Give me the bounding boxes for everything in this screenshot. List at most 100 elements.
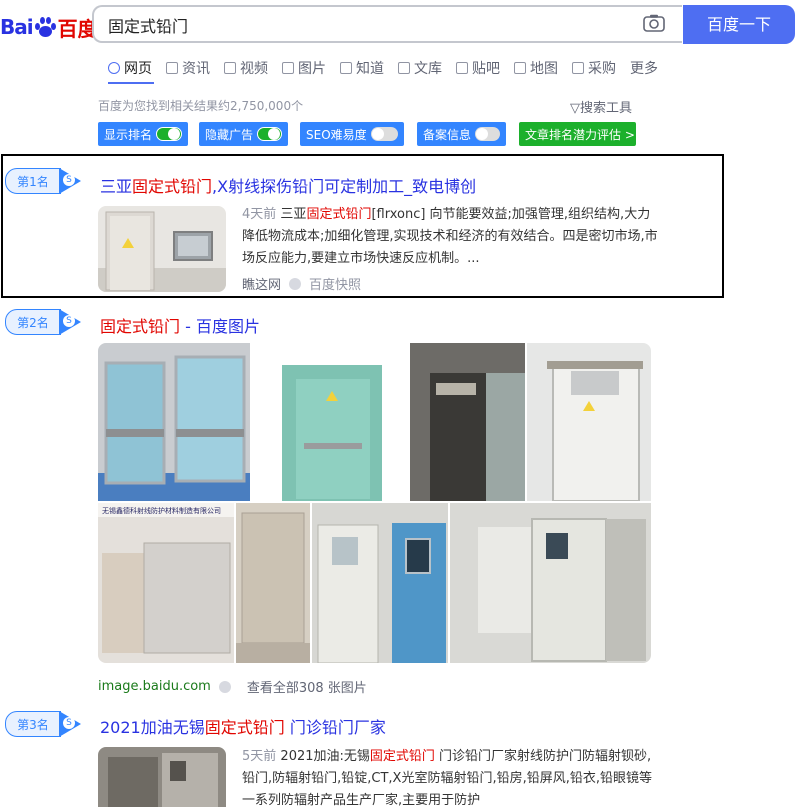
result-meta-1: 瞧这网 百度快照 [242, 274, 361, 293]
snapshot-link[interactable]: 百度快照 [309, 274, 361, 293]
tab-0[interactable]: 网页 [108, 58, 152, 78]
image-tile[interactable] [410, 343, 525, 501]
image-tile[interactable] [450, 503, 651, 663]
image-tile[interactable] [312, 503, 448, 663]
show-rank-toggle[interactable]: 显示排名 [98, 122, 188, 146]
dropdown-icon[interactable] [289, 277, 302, 290]
rank-label: 第2名 [5, 309, 61, 335]
result-date: 5天前 [242, 749, 277, 764]
result-source[interactable]: 瞧这网 [242, 274, 281, 293]
logo-bai-text: Bai [0, 15, 34, 39]
title-text: 2021加油无锡 [100, 718, 205, 737]
search-tools-label: 搜索工具 [580, 101, 633, 116]
show-rank-label: 显示排名 [104, 127, 153, 142]
tab-label: 贴吧 [472, 61, 500, 77]
view-all-images-link[interactable]: 查看全部308 张图片 [247, 677, 367, 696]
image-grid: 无锡鑫德科射线防护材料制造有限公司 [98, 343, 651, 663]
rank-badge-1: 第1名 S [5, 168, 81, 194]
rank-label: 第3名 [5, 711, 61, 737]
tab-label: 更多 [630, 61, 658, 77]
paw-icon [34, 16, 56, 38]
seo-toolbar: 显示排名 隐藏广告 SEO难易度 备案信息 文章排名潜力评估 > [98, 122, 638, 146]
tab-8[interactable]: 采购 [572, 58, 616, 78]
result-snippet-3: 5天前 2021加油:无锡固定式铅门 门诊铅门厂家射线防护门防辐射钡砂,铅门,防… [242, 746, 662, 812]
filter-icon: ▽ [570, 101, 580, 116]
rank-label: 第1名 [5, 168, 61, 194]
camera-icon[interactable] [643, 14, 665, 32]
image-tile[interactable]: 无锡鑫德科射线防护材料制造有限公司 [98, 503, 234, 663]
tab-label: 地图 [530, 61, 558, 77]
result-title-1[interactable]: 三亚固定式铅门,X射线探伤铅门可定制加工_致电博创 [100, 173, 476, 197]
image-tile[interactable] [527, 343, 651, 501]
search-button[interactable]: 百度一下 [683, 5, 795, 44]
evaluate-label: 文章排名潜力评估 > [525, 127, 635, 142]
baidu-logo[interactable]: Bai du 百度 [0, 12, 98, 42]
rank-info-icon: S [63, 315, 75, 327]
search-box [92, 5, 682, 43]
toggle-off-icon [475, 127, 500, 141]
snippet-text: 三亚 [280, 207, 307, 222]
rank-badge-3: 第3名 S [5, 711, 81, 737]
title-text: 门诊铅门厂家 [284, 718, 386, 737]
search-tabs: 网页 资讯 视频 图片 知道 文库 贴吧 地图 采购 更多 [108, 58, 672, 78]
toggle-on-icon [257, 127, 282, 141]
toggle-off-icon [370, 127, 398, 141]
seo-difficulty-label: SEO难易度 [306, 127, 367, 142]
result-title-3[interactable]: 2021加油无锡固定式铅门 门诊铅门厂家 [100, 714, 386, 738]
tab-label: 文库 [414, 61, 442, 77]
tab-label: 视频 [240, 61, 268, 77]
result-date: 4天前 [242, 207, 277, 222]
title-text: - 百度图片 [180, 317, 260, 336]
snippet-highlight: 固定式铅门 [369, 749, 435, 764]
tab-4[interactable]: 知道 [340, 58, 384, 78]
image-icon [282, 62, 294, 74]
result-meta-2: image.baidu.com 查看全部308 张图片 [98, 677, 367, 696]
result-thumbnail-1[interactable] [98, 206, 226, 292]
icp-label: 备案信息 [423, 127, 472, 142]
result-thumbnail-3[interactable] [98, 747, 226, 807]
tieba-icon [456, 62, 468, 74]
image-tile[interactable] [98, 343, 250, 501]
result-snippet-1: 4天前 三亚固定式铅门[flrxonc] 向节能要效益;加强管理,组织结构,大力… [242, 204, 662, 270]
snippet-text: 2021加油:无锡 [280, 749, 370, 764]
tab-3[interactable]: 图片 [282, 58, 326, 78]
title-text: 三亚 [100, 177, 133, 196]
title-highlight: 固定式铅门 [204, 718, 285, 737]
result-title-2[interactable]: 固定式铅门 - 百度图片 [100, 313, 260, 337]
active-tab-underline [108, 82, 154, 84]
icp-toggle[interactable]: 备案信息 [417, 122, 506, 146]
image-tile[interactable] [252, 343, 408, 501]
search-input[interactable] [106, 7, 630, 43]
tab-5[interactable]: 文库 [398, 58, 442, 78]
hide-ads-toggle[interactable]: 隐藏广告 [199, 122, 288, 146]
seo-difficulty-toggle[interactable]: SEO难易度 [300, 122, 404, 146]
snippet-highlight: 固定式铅门 [306, 207, 372, 222]
tab-9[interactable]: 更多 [630, 58, 658, 78]
news-icon [166, 62, 178, 74]
tab-label: 知道 [356, 61, 384, 77]
tab-1[interactable]: 资讯 [166, 58, 210, 78]
search-tools-button[interactable]: ▽搜索工具 [570, 97, 632, 116]
tab-label: 图片 [298, 61, 326, 77]
tab-label: 资讯 [182, 61, 210, 77]
dropdown-icon[interactable] [218, 680, 231, 693]
tab-2[interactable]: 视频 [224, 58, 268, 78]
evaluate-button[interactable]: 文章排名潜力评估 > [519, 122, 636, 146]
title-highlight: 固定式铅门 [100, 317, 181, 336]
tab-label: 网页 [124, 61, 152, 77]
title-highlight: 固定式铅门 [132, 177, 213, 196]
tab-label: 采购 [588, 61, 616, 77]
hide-ads-label: 隐藏广告 [205, 127, 254, 142]
image-tile[interactable] [236, 503, 310, 663]
rank-badge-2: 第2名 S [5, 309, 81, 335]
toggle-on-icon [156, 127, 182, 141]
result-source[interactable]: image.baidu.com [98, 679, 211, 694]
rank-info-icon: S [63, 717, 75, 729]
question-icon [340, 62, 352, 74]
map-icon [514, 62, 526, 74]
tab-6[interactable]: 贴吧 [456, 58, 500, 78]
cart-icon [572, 62, 584, 74]
tab-7[interactable]: 地图 [514, 58, 558, 78]
image-watermark: 无锡鑫德科射线防护材料制造有限公司 [102, 506, 221, 515]
search-icon [108, 62, 120, 74]
